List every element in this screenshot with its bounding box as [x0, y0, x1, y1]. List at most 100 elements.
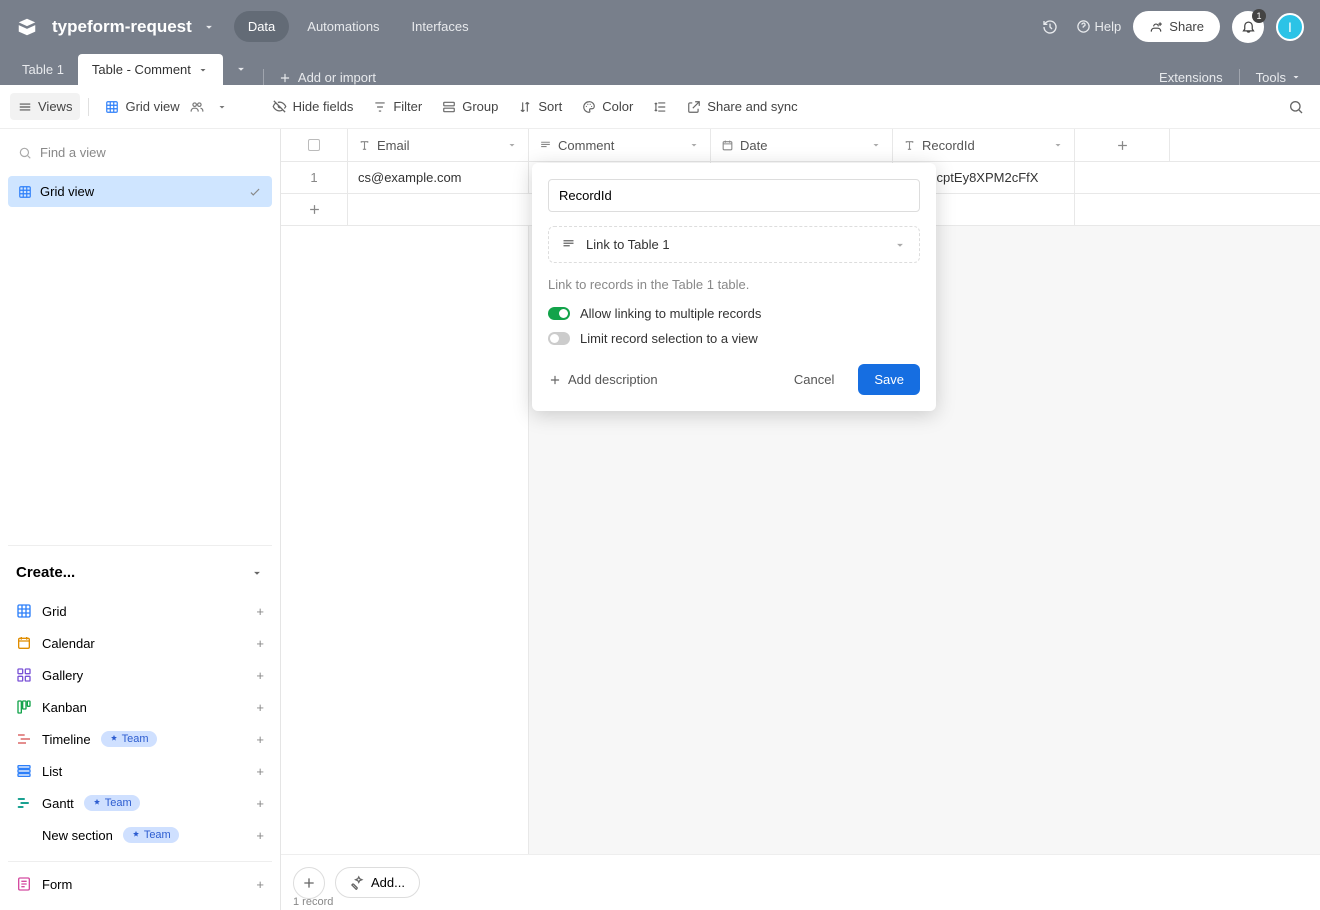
grid-view-button[interactable]: Grid view — [97, 93, 235, 120]
tab-automations[interactable]: Automations — [293, 11, 393, 42]
find-view-placeholder: Find a view — [40, 145, 106, 160]
col-header-date[interactable]: Date — [711, 129, 893, 161]
help-button[interactable]: Help — [1076, 19, 1122, 34]
add-description-label: Add description — [568, 372, 658, 387]
link-icon — [561, 237, 576, 252]
chevron-down-icon[interactable] — [870, 139, 882, 151]
create-item-gallery[interactable]: Gallery+ — [8, 659, 272, 691]
cancel-button[interactable]: Cancel — [778, 364, 850, 395]
tab-interfaces[interactable]: Interfaces — [398, 11, 483, 42]
cell-email[interactable]: cs@example.com — [348, 162, 529, 193]
col-header-email[interactable]: Email — [348, 129, 529, 161]
add-row-button[interactable] — [281, 194, 348, 225]
plus-icon — [301, 875, 317, 891]
avatar[interactable]: I — [1276, 13, 1304, 41]
sidebar-view-grid[interactable]: Grid view — [8, 176, 272, 207]
create-item-label: Calendar — [42, 636, 95, 651]
col-header-recordid[interactable]: RecordId — [893, 129, 1075, 161]
sort-button[interactable]: Sort — [510, 93, 570, 120]
find-view-input[interactable]: Find a view — [8, 139, 272, 166]
table-tab-1[interactable]: Table 1 — [8, 54, 78, 85]
create-item-grid[interactable]: Grid+ — [8, 595, 272, 627]
people-icon — [190, 100, 204, 114]
table-tabs-dropdown[interactable] — [223, 53, 259, 85]
extensions-button[interactable]: Extensions — [1159, 70, 1223, 85]
save-button[interactable]: Save — [858, 364, 920, 395]
create-item-label: Form — [42, 877, 72, 892]
create-item-gantt[interactable]: GanttTeam+ — [8, 787, 272, 819]
calendar-icon — [16, 635, 32, 651]
chevron-down-icon[interactable] — [506, 139, 518, 151]
create-item-label: Gantt — [42, 796, 74, 811]
tab-data[interactable]: Data — [234, 11, 289, 42]
tools-button[interactable]: Tools — [1256, 70, 1302, 85]
plus-icon: + — [256, 828, 264, 843]
row-height-button[interactable] — [645, 94, 675, 120]
gantt-icon — [16, 795, 32, 811]
notifications-button[interactable]: 1 — [1232, 11, 1264, 43]
create-item-calendar[interactable]: Calendar+ — [8, 627, 272, 659]
col-header-add[interactable] — [1075, 129, 1170, 161]
create-item-kanban[interactable]: Kanban+ — [8, 691, 272, 723]
app-header: typeform-request Data Automations Interf… — [0, 0, 1320, 53]
toggle-switch-on[interactable] — [548, 307, 570, 320]
kanban-icon — [16, 699, 32, 715]
col-header-comment[interactable]: Comment — [529, 129, 711, 161]
divider — [263, 69, 264, 85]
toggle-allow-multiple[interactable]: Allow linking to multiple records — [548, 306, 920, 321]
field-name-input[interactable] — [548, 179, 920, 212]
create-item-list[interactable]: List+ — [8, 755, 272, 787]
color-icon — [582, 100, 596, 114]
col-header-select[interactable] — [281, 129, 348, 161]
longtext-icon — [539, 139, 552, 152]
view-label: Grid view — [40, 184, 94, 199]
hide-fields-label: Hide fields — [293, 99, 354, 114]
create-item-form[interactable]: Form + — [8, 868, 272, 900]
toggle-switch-off[interactable] — [548, 332, 570, 345]
chevron-down-icon[interactable] — [688, 139, 700, 151]
create-item-timeline[interactable]: TimelineTeam+ — [8, 723, 272, 755]
add-pill-button[interactable]: Add... — [335, 867, 420, 898]
timeline-icon — [16, 731, 32, 747]
field-type-select[interactable]: Link to Table 1 — [548, 226, 920, 263]
cell-rownum: 1 — [281, 162, 348, 193]
color-button[interactable]: Color — [574, 93, 641, 120]
share-button[interactable]: Share — [1133, 11, 1220, 42]
col-label: RecordId — [922, 138, 975, 153]
search-icon[interactable] — [1282, 93, 1310, 121]
hide-fields-button[interactable]: Hide fields — [264, 93, 362, 120]
chevron-down-icon[interactable] — [1052, 139, 1064, 151]
col-label: Date — [740, 138, 767, 153]
filter-button[interactable]: Filter — [365, 93, 430, 120]
text-icon — [358, 139, 371, 152]
check-icon — [248, 185, 262, 199]
chevron-down-icon[interactable] — [202, 20, 216, 34]
sort-icon — [518, 100, 532, 114]
toggle-label: Limit record selection to a view — [580, 331, 758, 346]
views-button[interactable]: Views — [10, 93, 80, 120]
add-or-import-button[interactable]: Add or import — [268, 70, 386, 85]
create-item-new-section[interactable]: New sectionTeam+ — [8, 819, 272, 851]
row-height-icon — [653, 100, 667, 114]
create-header[interactable]: Create... — [8, 558, 272, 587]
form-icon — [16, 876, 32, 892]
tools-label: Tools — [1256, 70, 1286, 85]
history-icon[interactable] — [1036, 13, 1064, 41]
notif-badge: 1 — [1252, 9, 1266, 23]
chevron-down-icon[interactable] — [216, 101, 228, 113]
add-description-button[interactable]: Add description — [548, 372, 658, 387]
create-item-label: Timeline — [42, 732, 91, 747]
add-record-round-button[interactable] — [293, 867, 325, 899]
base-name[interactable]: typeform-request — [52, 17, 192, 37]
views-sidebar: Find a view Grid view Create... Grid+Cal… — [0, 129, 281, 910]
divider — [88, 98, 89, 116]
toggle-limit-view[interactable]: Limit record selection to a view — [548, 331, 920, 346]
group-button[interactable]: Group — [434, 93, 506, 120]
share-sync-button[interactable]: Share and sync — [679, 93, 805, 120]
table-tab-comment[interactable]: Table - Comment — [78, 54, 223, 85]
airtable-logo-icon[interactable] — [16, 15, 40, 39]
share-label: Share — [1169, 19, 1204, 34]
chevron-down-icon[interactable] — [197, 64, 209, 76]
plus-icon: + — [256, 700, 264, 715]
divider — [1239, 69, 1240, 85]
